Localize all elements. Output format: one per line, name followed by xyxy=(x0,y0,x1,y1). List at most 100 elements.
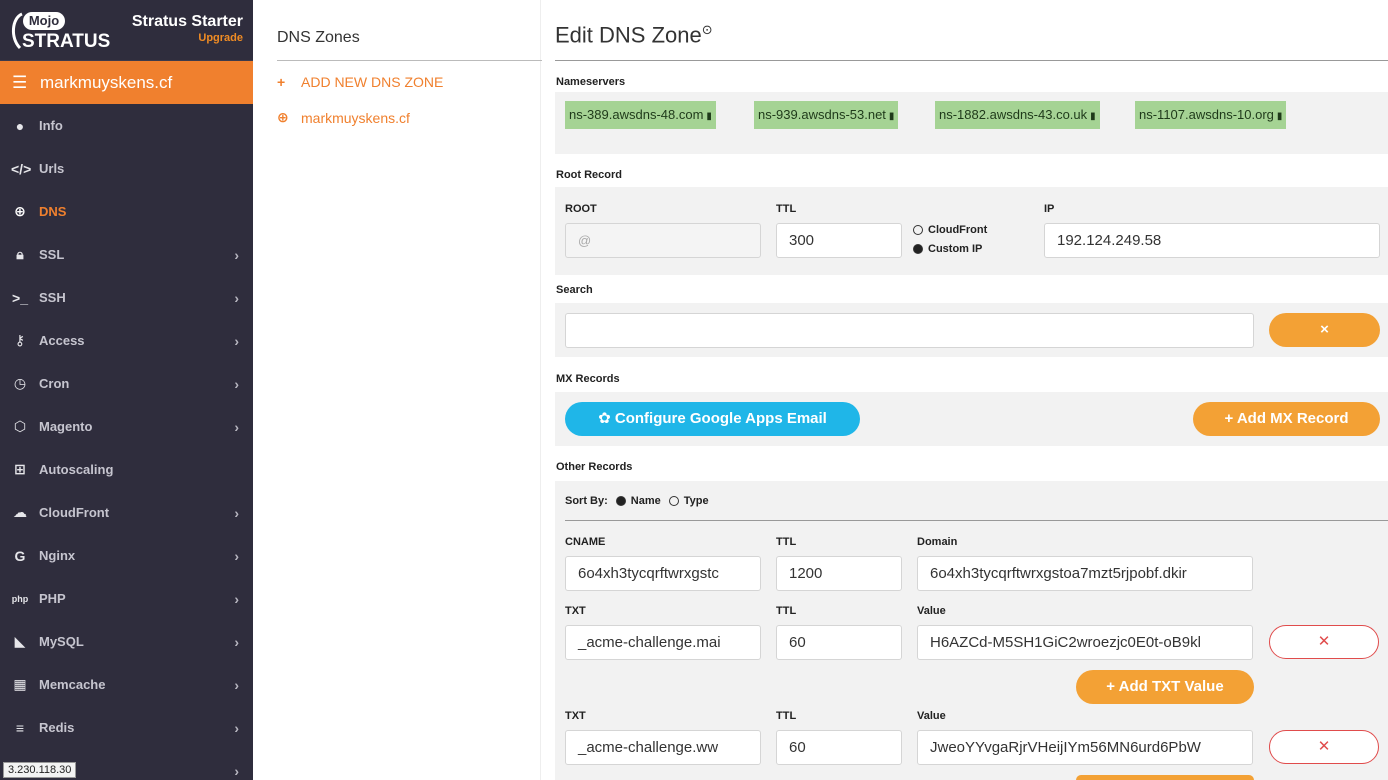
sitemap-icon: ⊞ xyxy=(14,461,26,477)
root-record-panel: ROOT @ TTL 300 CloudFront Custom IP IP 1… xyxy=(555,187,1388,275)
page-title-text: Edit DNS Zone xyxy=(555,22,702,48)
chevron-right-icon: › xyxy=(234,375,239,392)
nav-item-memcache[interactable]: ▦ Memcache › xyxy=(0,663,253,706)
nav-item-autoscaling[interactable]: ⊞ Autoscaling xyxy=(0,448,253,491)
gear-icon: ✿ xyxy=(598,410,615,427)
nav-label: Autoscaling xyxy=(39,462,114,477)
copy-icon[interactable]: ▮ xyxy=(706,111,712,122)
record-value-input[interactable]: JweoYYvgaRjrVHeijIYm56MN6urd6PbW xyxy=(917,730,1253,765)
nav-item-cloudfront[interactable]: ☁ CloudFront › xyxy=(0,491,253,534)
value-label: Value xyxy=(917,605,946,617)
nameserver-chip[interactable]: ns-939.awsdns-53.net ▮ xyxy=(754,101,899,129)
database-icon: ≡ xyxy=(15,719,25,736)
nav-item-nginx[interactable]: G Nginx › xyxy=(0,534,253,577)
delete-record-button[interactable]: ✕ xyxy=(1269,730,1379,764)
clear-search-button[interactable]: × xyxy=(1269,313,1380,347)
nav-item-access[interactable]: ⚷ Access › xyxy=(0,319,253,362)
record-ttl-input[interactable]: 60 xyxy=(776,730,902,765)
search-input[interactable] xyxy=(565,313,1254,348)
record-ttl-input[interactable]: 1200 xyxy=(776,556,902,591)
nav-item-redis[interactable]: ≡ Redis › xyxy=(0,706,253,749)
delete-record-button[interactable]: ✕ xyxy=(1269,625,1379,659)
upgrade-link[interactable]: Upgrade xyxy=(198,32,243,44)
configure-google-apps-button[interactable]: ✿ Configure Google Apps Email xyxy=(565,402,860,436)
ttl-label: TTL xyxy=(776,710,797,722)
add-mx-record-button[interactable]: + Add MX Record xyxy=(1193,402,1380,436)
add-dns-zone-link[interactable]: + ADD NEW DNS ZONE xyxy=(277,74,443,90)
svg-text:Mojo: Mojo xyxy=(29,13,59,28)
nameserver-chip[interactable]: ns-1882.awsdns-43.co.uk ▮ xyxy=(935,101,1100,129)
plus-icon: + xyxy=(1106,678,1119,695)
add-txt-value-button-partial[interactable] xyxy=(1076,775,1254,780)
edit-dns-zone: Edit DNS Zone⊙ Nameservers ns-389.awsdns… xyxy=(542,0,1388,780)
ttl-label: TTL xyxy=(776,536,797,548)
radio-label: CloudFront xyxy=(928,224,988,236)
radio-cloudfront[interactable]: CloudFront xyxy=(913,224,987,236)
nav-label: PHP xyxy=(39,591,66,606)
nav-item-mysql[interactable]: ◣ MySQL › xyxy=(0,620,253,663)
nameserver-chip[interactable]: ns-389.awsdns-48.com ▮ xyxy=(565,101,716,129)
chevron-right-icon: › xyxy=(234,246,239,263)
record-name-input[interactable]: 6o4xh3tycqrftwrxgstc xyxy=(565,556,761,591)
nav-item-ssh[interactable]: >_ SSH › xyxy=(0,276,253,319)
sort-by: Sort By: Name Type xyxy=(565,495,709,507)
copy-icon[interactable]: ▮ xyxy=(1090,111,1096,122)
chevron-right-icon: › xyxy=(234,332,239,349)
nav-item-magento[interactable]: ⬡ Magento › xyxy=(0,405,253,448)
nameserver-chip[interactable]: ns-1107.awsdns-10.org ▮ xyxy=(1135,101,1287,129)
sort-label: Sort By: xyxy=(565,495,608,507)
record-name-input[interactable]: _acme-challenge.ww xyxy=(565,730,761,765)
zone-name: markmuyskens.cf xyxy=(301,109,410,126)
magento-icon: ⬡ xyxy=(13,418,27,434)
record-ttl-input[interactable]: 60 xyxy=(776,625,902,660)
nav-item-ssl[interactable]: 🔒︎ SSL › xyxy=(0,233,253,276)
ttl-label: TTL xyxy=(776,605,797,617)
record-name-input[interactable]: _acme-challenge.mai xyxy=(565,625,761,660)
radio-sort-name[interactable] xyxy=(615,496,626,506)
mojo-stratus-logo[interactable]: Mojo STRATUS xyxy=(8,8,133,54)
chevron-right-icon: › xyxy=(234,633,239,650)
divider xyxy=(555,60,1388,61)
nav-item-php[interactable]: php PHP › xyxy=(0,577,253,620)
record-type-label: TXT xyxy=(565,605,586,617)
nav-label: CloudFront xyxy=(39,505,110,520)
button-label: Add MX Record xyxy=(1236,410,1349,427)
key-icon: ⚷ xyxy=(14,332,26,348)
zone-item[interactable]: ⊕ markmuyskens.cf xyxy=(277,109,410,126)
add-zone-label: ADD NEW DNS ZONE xyxy=(301,74,444,90)
chevron-right-icon: › xyxy=(234,547,239,564)
site-selector[interactable]: ☰ markmuyskens.cf xyxy=(0,61,253,104)
nav-label: DNS xyxy=(39,204,67,219)
radio-custom-ip[interactable]: Custom IP xyxy=(913,243,982,255)
other-records-panel: Sort By: Name Type CNAME TTL Domain 6o4x… xyxy=(555,481,1388,780)
nav-item-urls[interactable]: </> Urls xyxy=(0,147,253,190)
nav-label: SSL xyxy=(39,247,65,262)
radio-sort-type[interactable] xyxy=(668,496,679,506)
root-ttl-input[interactable]: 300 xyxy=(776,223,902,258)
nameservers-label: Nameservers xyxy=(556,76,626,88)
svg-text:STRATUS: STRATUS xyxy=(22,31,110,52)
brand-header: Mojo STRATUS Stratus Starter Upgrade xyxy=(0,0,253,61)
record-value-input[interactable]: 6o4xh3tycqrftwrxgstoa7mzt5rjpobf.dkir xyxy=(917,556,1253,591)
info-icon: ● xyxy=(15,117,25,134)
nav-item-cron[interactable]: ◷ Cron › xyxy=(0,362,253,405)
other-records-label: Other Records xyxy=(556,461,633,473)
lock-icon: 🔒︎ xyxy=(16,246,24,262)
copy-icon[interactable]: ▮ xyxy=(1277,111,1283,122)
add-txt-value-button[interactable]: + Add TXT Value xyxy=(1076,670,1254,704)
nav-item-dns[interactable]: ⊕ DNS xyxy=(0,190,253,233)
globe-icon: ⊕ xyxy=(14,203,26,219)
copy-icon[interactable]: ▮ xyxy=(889,111,895,122)
help-icon[interactable]: ⊙ xyxy=(702,22,713,37)
site-name: markmuyskens.cf xyxy=(40,72,173,92)
dolphin-icon: ◣ xyxy=(14,633,26,649)
chevron-right-icon: › xyxy=(234,590,239,607)
record-value-input[interactable]: H6AZCd-M5SH1GiC2wroezjc0E0t-oB9kl xyxy=(917,625,1253,660)
clock-icon: ◷ xyxy=(13,375,27,391)
ip-input[interactable]: 192.124.249.58 xyxy=(1044,223,1380,258)
nav-item-info[interactable]: ● Info xyxy=(0,104,253,147)
nav-label: Nginx xyxy=(39,548,76,563)
ns-text: ns-389.awsdns-48.com xyxy=(569,107,704,122)
ip-label: IP xyxy=(1044,203,1055,215)
chevron-right-icon: › xyxy=(234,762,239,779)
